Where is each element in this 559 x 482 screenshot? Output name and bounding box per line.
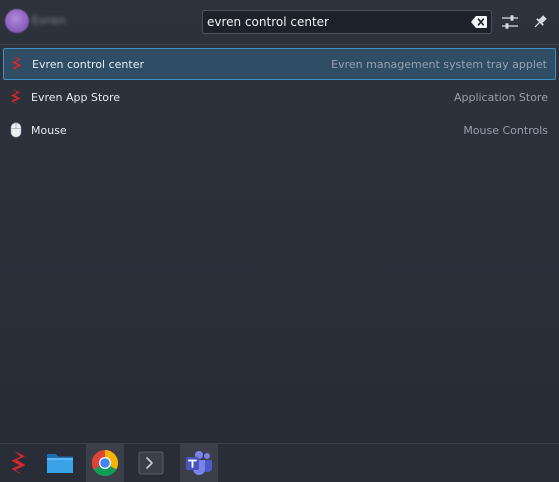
result-description: Application Store	[453, 90, 548, 104]
result-item-mouse[interactable]: Mouse Mouse Controls	[3, 114, 556, 146]
taskbar-evren-launcher[interactable]	[0, 444, 38, 482]
taskbar-terminal[interactable]	[132, 444, 170, 482]
result-name: Evren control center	[32, 57, 144, 71]
user-avatar[interactable]	[5, 9, 29, 33]
teams-icon	[186, 451, 212, 475]
backspace-clear-icon	[471, 16, 487, 28]
folder-icon	[47, 454, 73, 473]
result-description: Evren management system tray applet	[331, 57, 547, 71]
evren-logo-icon	[11, 89, 21, 105]
header-divider	[0, 44, 559, 45]
clear-search-button[interactable]	[470, 14, 488, 30]
evren-logo-icon	[12, 56, 22, 72]
result-description: Mouse Controls	[463, 123, 548, 137]
result-name: Evren App Store	[31, 90, 121, 104]
search-results-list: Evren control center Evren management sy…	[0, 48, 559, 147]
terminal-icon	[138, 451, 164, 475]
taskbar-teams[interactable]	[180, 444, 218, 482]
evren-logo-icon	[11, 451, 26, 475]
result-name: Mouse	[31, 123, 67, 137]
sliders-config-icon	[502, 15, 518, 29]
search-box[interactable]	[202, 10, 492, 34]
pin-icon	[534, 15, 547, 28]
search-input[interactable]	[207, 13, 463, 31]
taskbar-file-manager[interactable]	[41, 444, 79, 482]
pin-button[interactable]	[529, 11, 551, 33]
chrome-icon	[91, 450, 119, 477]
configure-button[interactable]	[499, 11, 521, 33]
user-name: Evren	[32, 14, 66, 27]
taskbar-chrome[interactable]	[86, 444, 124, 482]
taskbar	[0, 444, 559, 482]
result-item-evren-app-store[interactable]: Evren App Store Application Store	[3, 81, 556, 113]
launcher-header: Evren	[0, 0, 559, 44]
launcher-window: Evren evren control center Evren control…	[0, 0, 559, 482]
mouse-icon	[10, 122, 22, 138]
result-item-evren-control-center[interactable]: Evren control center Evren management sy…	[3, 48, 556, 80]
